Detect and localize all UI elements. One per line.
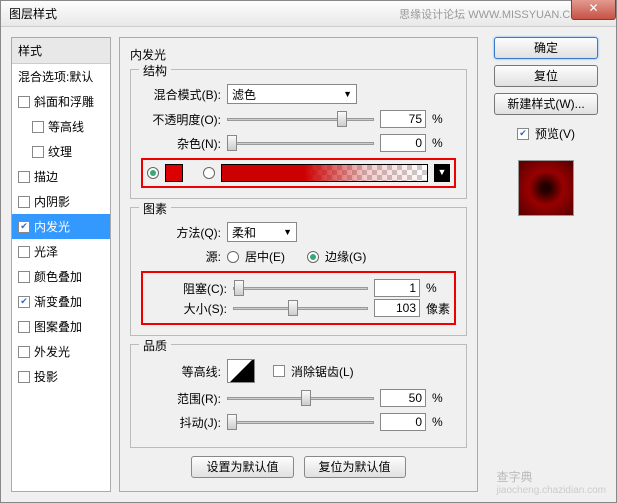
make-default-button[interactable]: 设置为默认值 [191,456,293,478]
window-title: 图层样式 [9,5,399,22]
noise-value[interactable]: 0 [380,134,426,152]
sidebar-item-11[interactable]: 投影 [12,364,110,389]
jitter-label: 抖动(J): [141,414,221,431]
ok-button[interactable]: 确定 [494,37,598,59]
solid-color-radio[interactable] [147,167,159,179]
gradient-preview[interactable] [221,164,428,182]
reset-default-button[interactable]: 复位为默认值 [304,456,406,478]
sidebar-item-6[interactable]: 光泽 [12,239,110,264]
sidebar-item-label: 等高线 [48,118,84,135]
sidebar-checkbox[interactable] [18,221,30,233]
right-column: 确定 复位 新建样式(W)... 预览(V) [486,37,606,492]
choke-value[interactable]: 1 [374,279,420,297]
contour-label: 等高线: [141,363,221,380]
source-center-radio[interactable] [227,251,239,263]
sidebar-item-label: 颜色叠加 [34,268,82,285]
color-swatch[interactable] [165,164,183,182]
opacity-label: 不透明度(O): [141,111,221,128]
sidebar-item-label: 光泽 [34,243,58,260]
choke-label: 阻塞(C): [147,280,227,297]
blend-mode-label: 混合模式(B): [141,86,221,103]
sidebar-item-7[interactable]: 颜色叠加 [12,264,110,289]
layer-style-dialog: 图层样式 思缘设计论坛 WWW.MISSYUAN.COM ✕ 样式 混合选项:默… [0,0,617,503]
antialias-checkbox[interactable] [273,365,285,377]
gradient-dropdown-arrow[interactable]: ▼ [434,164,450,182]
sidebar-checkbox[interactable] [18,271,30,283]
sidebar-item-label: 内阴影 [34,193,70,210]
sidebar-item-0[interactable]: 斜面和浮雕 [12,89,110,114]
sidebar-header: 样式 [12,38,110,64]
sidebar-checkbox[interactable] [18,346,30,358]
color-source-highlight: ▼ [141,158,456,188]
styles-sidebar: 样式 混合选项:默认 斜面和浮雕等高线纹理描边内阴影内发光光泽颜色叠加渐变叠加图… [11,37,111,492]
chevron-down-icon: ▼ [343,89,352,99]
cancel-button[interactable]: 复位 [494,65,598,87]
sidebar-item-1[interactable]: 等高线 [12,114,110,139]
sidebar-checkbox[interactable] [18,371,30,383]
sidebar-item-2[interactable]: 纹理 [12,139,110,164]
size-label: 大小(S): [147,300,227,317]
watermark: 思缘设计论坛 WWW.MISSYUAN.COM [399,6,588,22]
opacity-value[interactable]: 75 [380,110,426,128]
sidebar-checkbox[interactable] [18,171,30,183]
quality-group: 品质 等高线: 消除锯齿(L) 范围(R): 50 % 抖动(J): [130,344,467,448]
sidebar-checkbox[interactable] [18,321,30,333]
gradient-radio[interactable] [203,167,215,179]
sidebar-blend-default[interactable]: 混合选项:默认 [12,64,110,89]
blend-mode-dropdown[interactable]: 滤色▼ [227,84,357,104]
technique-dropdown[interactable]: 柔和▼ [227,222,297,242]
titlebar: 图层样式 思缘设计论坛 WWW.MISSYUAN.COM ✕ [1,1,616,27]
chevron-down-icon: ▼ [283,227,292,237]
sidebar-item-10[interactable]: 外发光 [12,339,110,364]
jitter-value[interactable]: 0 [380,413,426,431]
structure-group: 结构 混合模式(B): 滤色▼ 不透明度(O): 75 % 杂色(N): 0 [130,69,467,199]
preview-thumbnail [518,160,574,216]
sidebar-checkbox[interactable] [18,246,30,258]
panel-title: 内发光 [130,46,467,63]
sidebar-item-label: 投影 [34,368,58,385]
sidebar-item-label: 渐变叠加 [34,293,82,310]
sidebar-checkbox[interactable] [18,296,30,308]
sidebar-item-label: 斜面和浮雕 [34,93,94,110]
choke-slider[interactable] [233,279,368,297]
range-label: 范围(R): [141,390,221,407]
close-button[interactable]: ✕ [571,0,616,20]
main-panel: 内发光 结构 混合模式(B): 滤色▼ 不透明度(O): 75 % 杂色(N): [119,37,478,492]
sidebar-item-label: 纹理 [48,143,72,160]
sidebar-item-4[interactable]: 内阴影 [12,189,110,214]
new-style-button[interactable]: 新建样式(W)... [494,93,598,115]
size-slider[interactable] [233,299,368,317]
sidebar-item-label: 图案叠加 [34,318,82,335]
jitter-slider[interactable] [227,413,374,431]
opacity-slider[interactable] [227,110,374,128]
noise-slider[interactable] [227,134,374,152]
sidebar-checkbox[interactable] [32,121,44,133]
sidebar-item-5[interactable]: 内发光 [12,214,110,239]
sidebar-checkbox[interactable] [18,196,30,208]
sidebar-item-label: 内发光 [34,218,70,235]
sidebar-item-label: 外发光 [34,343,70,360]
technique-label: 方法(Q): [141,224,221,241]
sidebar-item-3[interactable]: 描边 [12,164,110,189]
noise-label: 杂色(N): [141,135,221,152]
elements-group: 图素 方法(Q): 柔和▼ 源: 居中(E) 边缘(G) [130,207,467,336]
range-slider[interactable] [227,389,374,407]
sidebar-item-label: 描边 [34,168,58,185]
preview-checkbox[interactable] [517,128,529,140]
sidebar-item-8[interactable]: 渐变叠加 [12,289,110,314]
sidebar-checkbox[interactable] [32,146,44,158]
source-label: 源: [141,248,221,265]
size-value[interactable]: 103 [374,299,420,317]
choke-size-highlight: 阻塞(C): 1 % 大小(S): 103 像素 [141,271,456,325]
range-value[interactable]: 50 [380,389,426,407]
sidebar-item-9[interactable]: 图案叠加 [12,314,110,339]
sidebar-checkbox[interactable] [18,96,30,108]
contour-picker[interactable] [227,359,255,383]
source-edge-radio[interactable] [307,251,319,263]
